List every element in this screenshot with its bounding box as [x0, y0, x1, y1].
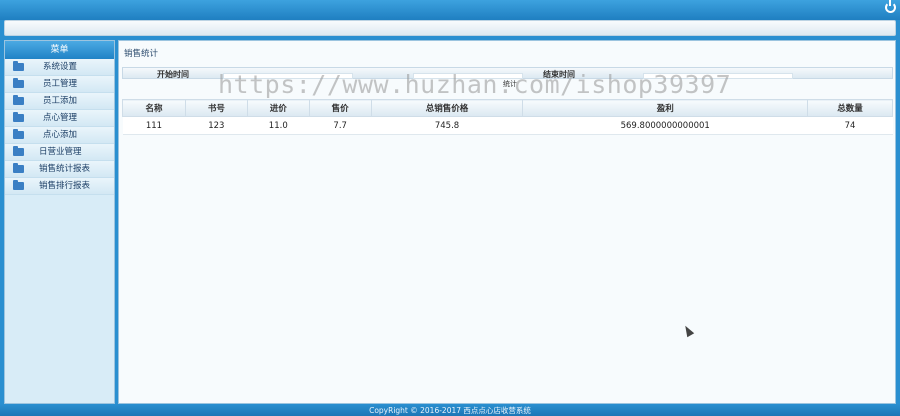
column-header: 总数量	[807, 99, 893, 117]
sidebar-item-label: 员工添加	[43, 96, 78, 106]
breadcrumb: 销售统计	[124, 49, 159, 59]
sidebar-item-staff-management[interactable]: 员工管理	[5, 76, 114, 93]
table-cell: 11.0	[247, 116, 310, 135]
sidebar-item-staff-add[interactable]: 员工添加	[5, 93, 114, 110]
sidebar-item-system-settings[interactable]: 系统设置	[5, 59, 114, 76]
table-cell: 111	[122, 116, 186, 135]
folder-icon	[13, 61, 24, 71]
table-cell: 7.7	[309, 116, 372, 135]
sidebar-item-label: 员工管理	[43, 79, 78, 89]
folder-icon	[13, 112, 24, 122]
table-row: 111 123 11.0 7.7 745.8 569.8000000000001…	[122, 116, 893, 135]
column-header: 名称	[122, 99, 186, 117]
sidebar-item-sales-ranking[interactable]: 销售排行报表	[5, 178, 114, 195]
top-bar	[0, 0, 900, 20]
table-cell: 123	[185, 116, 248, 135]
nav-bar	[4, 20, 896, 36]
sidebar-item-pastry-add[interactable]: 点心添加	[5, 127, 114, 144]
folder-icon	[13, 146, 24, 156]
table-cell: 569.8000000000001	[522, 116, 808, 135]
start-time-label: 开始时间	[157, 70, 189, 79]
folder-icon	[13, 129, 24, 139]
sidebar-item-label: 销售统计报表	[39, 164, 91, 174]
folder-icon	[13, 95, 24, 105]
column-header: 售价	[308, 99, 372, 117]
column-header: 总销售价格	[370, 99, 524, 117]
sidebar-item-label: 销售排行报表	[39, 181, 91, 191]
sidebar-item-label: 点心添加	[43, 130, 78, 140]
sidebar-item-sales-report[interactable]: 销售统计报表	[5, 161, 114, 178]
table-cell: 74	[807, 116, 893, 135]
power-icon[interactable]	[885, 0, 896, 13]
sidebar-item-label: 系统设置	[43, 62, 78, 72]
sidebar-item-pastry-management[interactable]: 点心管理	[5, 110, 114, 127]
table-header-row: 名称 书号 进价 售价 总销售价格 盈利 总数量	[122, 99, 893, 117]
column-header: 进价	[246, 99, 310, 117]
sidebar: 菜单 系统设置 员工管理 员工添加 点心管理 点心添加 日营业管理 销售统计报表…	[4, 40, 115, 404]
sidebar-item-label: 日营业管理	[39, 147, 82, 157]
sidebar-item-label: 点心管理	[43, 113, 78, 123]
sidebar-title: 菜单	[5, 41, 114, 59]
table-cell: 745.8	[371, 116, 523, 135]
column-header: 书号	[184, 99, 248, 117]
sidebar-item-daily-business[interactable]: 日营业管理	[5, 144, 114, 161]
folder-icon	[13, 163, 24, 173]
sales-table: 名称 书号 进价 售价 总销售价格 盈利 总数量 111 123 11.0 7.…	[122, 99, 893, 135]
watermark: https://www.huzhan.com/ishop39397	[218, 70, 732, 99]
folder-icon	[13, 180, 24, 190]
footer: CopyRight © 2016-2017 西点点心店收营系统	[0, 404, 900, 416]
folder-icon	[13, 78, 24, 88]
column-header: 盈利	[522, 99, 809, 117]
